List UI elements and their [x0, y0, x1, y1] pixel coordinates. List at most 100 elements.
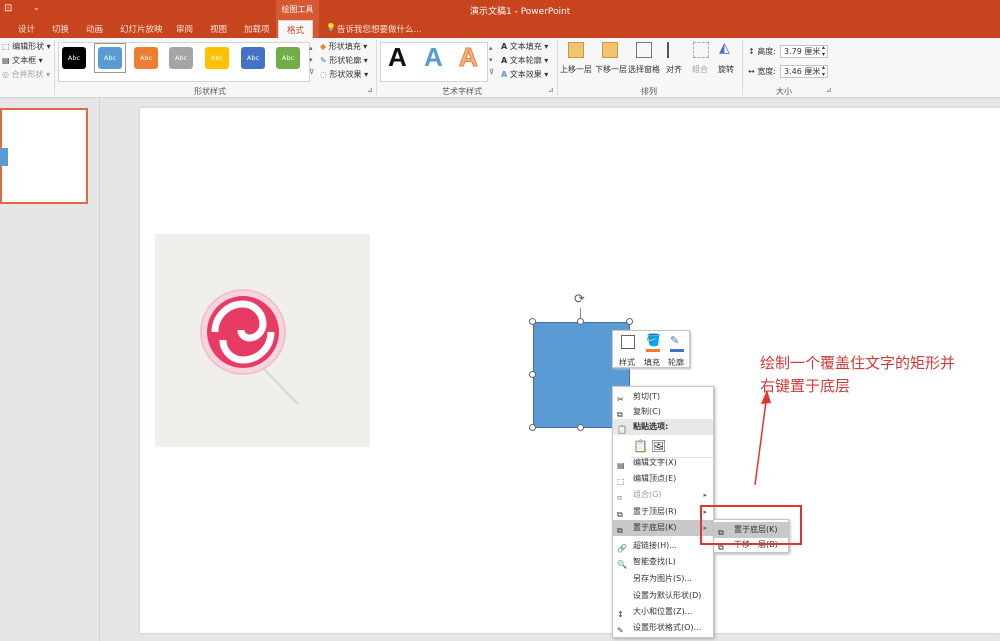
- mini-outline-button[interactable]: 轮廓: [668, 357, 684, 368]
- menu-size-position[interactable]: ↕ 大小和位置(Z)...: [613, 604, 713, 620]
- menu-hyperlink[interactable]: 🔗 超链接(H)...: [613, 538, 713, 554]
- outline-color-bar: [670, 349, 684, 352]
- text-fill-button[interactable]: A 文本填充 ▾: [501, 41, 548, 52]
- wordart-scroll-icon[interactable]: ▴ ▾ ⊽: [489, 42, 494, 78]
- height-input[interactable]: 3.79 厘米: [780, 45, 828, 58]
- resize-handle-ml[interactable]: [529, 371, 536, 378]
- width-input[interactable]: 3.46 厘米: [780, 65, 828, 78]
- height-spinner-icon[interactable]: ▴ ▾: [822, 44, 825, 58]
- tab-animations[interactable]: 动画: [86, 23, 103, 35]
- menu-smart-lookup[interactable]: 🔍 智能查找(L): [613, 554, 713, 570]
- text-outline-button[interactable]: A 文本轮廓 ▾: [501, 55, 548, 66]
- shape-fill-button[interactable]: ◆ 形状填充 ▾: [320, 41, 367, 52]
- menu-paste-buttons: 📋 🖼: [613, 436, 713, 456]
- menu-bring-to-front[interactable]: ⧉ 置于顶层(R) ▸: [613, 504, 713, 520]
- tab-design[interactable]: 设计: [18, 23, 35, 35]
- shape-style-gold[interactable]: Abc: [205, 47, 229, 69]
- shape-style-black[interactable]: Abc: [62, 47, 86, 69]
- menu-edit-text[interactable]: ▤ 编辑文字(X): [613, 455, 713, 471]
- tab-transitions[interactable]: 切换: [52, 23, 69, 35]
- send-backward-icon: [602, 42, 618, 58]
- annotation-line-1: 绘制一个覆盖住文字的矩形并: [760, 354, 956, 372]
- gallery-scroll-icon[interactable]: ▴ ▾ ⊽: [309, 42, 314, 78]
- search-icon: 🔍: [617, 560, 627, 569]
- menu-copy[interactable]: ⧉ 复制(C): [613, 404, 713, 420]
- tab-addins[interactable]: 加载项: [244, 23, 270, 35]
- app-icon[interactable]: ⊡: [4, 3, 12, 14]
- lightbulb-icon: 💡: [326, 23, 336, 32]
- group-icon: ⧈: [617, 493, 623, 502]
- style-icon[interactable]: [621, 335, 635, 349]
- format-shape-icon: ✎: [617, 626, 624, 635]
- arrange-group-label: 排列: [641, 87, 657, 96]
- dialog-launcher-icon[interactable]: ⊿: [548, 86, 554, 94]
- edit-shape-button[interactable]: ⬚ 编辑形状 ▾: [2, 41, 51, 52]
- annotation-line-2: 右键置于底层: [760, 377, 851, 395]
- resize-handle-tm[interactable]: [577, 318, 584, 325]
- resize-handle-tr[interactable]: [626, 318, 633, 325]
- tab-review[interactable]: 审阅: [176, 23, 193, 35]
- bring-front-icon: ⧉: [617, 510, 623, 519]
- menu-group: ⧈ 组合(G) ▸: [617, 490, 707, 502]
- rotate-handle-icon[interactable]: ⟳: [574, 292, 585, 307]
- send-backward-button[interactable]: 下移一层: [595, 64, 627, 75]
- shape-style-darkblue[interactable]: Abc: [241, 47, 265, 69]
- rotate-button[interactable]: 旋转: [718, 64, 734, 75]
- wordart-style-orange[interactable]: A: [459, 42, 479, 73]
- wordart-group-label: 艺术字样式: [442, 87, 482, 96]
- tab-format[interactable]: 格式: [278, 20, 314, 38]
- menu-send-to-back[interactable]: ⧉ 置于底层(K) ▸: [613, 520, 713, 536]
- shape-style-green[interactable]: Abc: [276, 47, 300, 69]
- width-label: ↔ 宽度:: [748, 67, 776, 76]
- lollipop-picture[interactable]: [155, 234, 370, 447]
- menu-format-shape[interactable]: ✎ 设置形状格式(O)...: [613, 620, 713, 636]
- merge-shapes-button: ◎ 合并形状 ▾: [2, 70, 51, 79]
- shape-outline-button[interactable]: ✎ 形状轮廓 ▾: [320, 55, 368, 66]
- group-button: 组合: [692, 65, 708, 74]
- shape-styles-group-label: 形状样式: [194, 87, 226, 96]
- slide-thumbnail[interactable]: [0, 108, 88, 204]
- rotate-icon: ◭: [719, 40, 730, 56]
- text-effects-button[interactable]: A 文本效果 ▾: [501, 69, 548, 80]
- resize-handle-bl[interactable]: [529, 424, 536, 431]
- height-label: ↕ 高度:: [748, 47, 776, 56]
- shape-style-orange[interactable]: Abc: [134, 47, 158, 69]
- paste-picture-icon[interactable]: 🖼: [651, 438, 666, 454]
- shape-effects-button[interactable]: ◌ 形状效果 ▾: [320, 69, 368, 80]
- resize-handle-bm[interactable]: [577, 424, 584, 431]
- wordart-style-blue[interactable]: A: [424, 42, 443, 73]
- tab-view[interactable]: 视图: [210, 23, 227, 35]
- shape-style-blue[interactable]: Abc: [98, 47, 122, 69]
- menu-save-as-picture[interactable]: 另存为图片(S)...: [613, 571, 713, 587]
- width-spinner-icon[interactable]: ▴ ▾: [822, 64, 825, 78]
- dialog-launcher-icon[interactable]: ⊿: [367, 86, 373, 94]
- tab-slideshow[interactable]: 幻灯片放映: [120, 23, 163, 35]
- selection-pane-icon: [636, 42, 652, 58]
- bring-forward-button[interactable]: 上移一层: [560, 64, 592, 75]
- selection-pane-button[interactable]: 选择窗格: [628, 64, 660, 75]
- annotation-arrow: [754, 390, 771, 486]
- align-button[interactable]: 对齐: [666, 64, 682, 75]
- resize-handle-tl[interactable]: [529, 318, 536, 325]
- menu-edit-points[interactable]: ⬚ 编辑顶点(E): [613, 471, 713, 487]
- fill-bucket-icon[interactable]: 🪣: [646, 333, 661, 347]
- quick-access-icon[interactable]: ⌄: [33, 3, 40, 12]
- paste-keep-icon[interactable]: 📋: [633, 438, 648, 454]
- dialog-launcher-icon[interactable]: ⊿: [826, 86, 832, 94]
- text-box-button[interactable]: ▤ 文本框 ▾: [2, 55, 43, 66]
- title-bar: ⊡ ⌄ 演示文稿1 - PowerPoint: [0, 0, 1000, 20]
- shape-style-gray[interactable]: Abc: [169, 47, 193, 69]
- drawing-tools-label: 绘图工具: [276, 0, 319, 20]
- edit-points-icon: ⬚: [617, 477, 625, 486]
- menu-cut[interactable]: ✂ 剪切(T): [613, 389, 713, 405]
- menu-set-default-shape[interactable]: 设置为默认形状(D): [613, 588, 713, 604]
- wordart-style-black[interactable]: A: [388, 42, 407, 73]
- copy-icon: ⧉: [617, 410, 623, 419]
- align-icon: [667, 42, 683, 58]
- mini-fill-button[interactable]: 填充: [644, 357, 660, 368]
- edit-text-icon: ▤: [617, 461, 625, 470]
- tell-me-box[interactable]: 告诉我您想要做什么...: [337, 23, 422, 35]
- outline-pen-icon[interactable]: ✎: [670, 334, 679, 347]
- mini-style-button[interactable]: 样式: [619, 357, 635, 368]
- window-title: 演示文稿1 - PowerPoint: [470, 7, 571, 17]
